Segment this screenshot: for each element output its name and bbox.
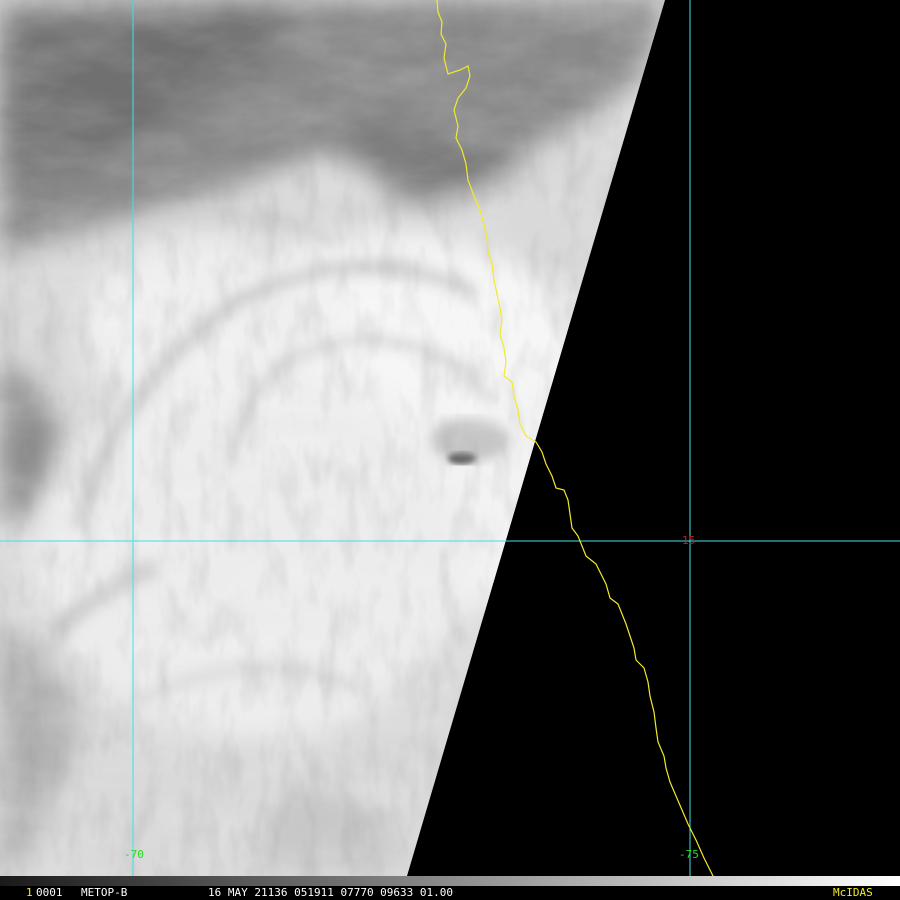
datetime-fields: 16 MAY 21136 051911 07770 09633 01.00	[208, 886, 454, 899]
status-bar: 1 0001 METOP-B 16 MAY 21136 051911 07770…	[0, 876, 900, 900]
latitude-label: 15	[682, 534, 696, 547]
longitude-label-left: -70	[124, 848, 144, 861]
grayscale-bar	[0, 876, 900, 886]
frame-marker: 1	[26, 886, 33, 899]
satellite-image	[0, 0, 900, 900]
software-label: McIDAS	[833, 886, 873, 899]
longitude-label-right: -75	[679, 848, 699, 861]
satellite-name: METOP-B	[81, 886, 128, 899]
frame-id: 0001	[36, 886, 63, 899]
